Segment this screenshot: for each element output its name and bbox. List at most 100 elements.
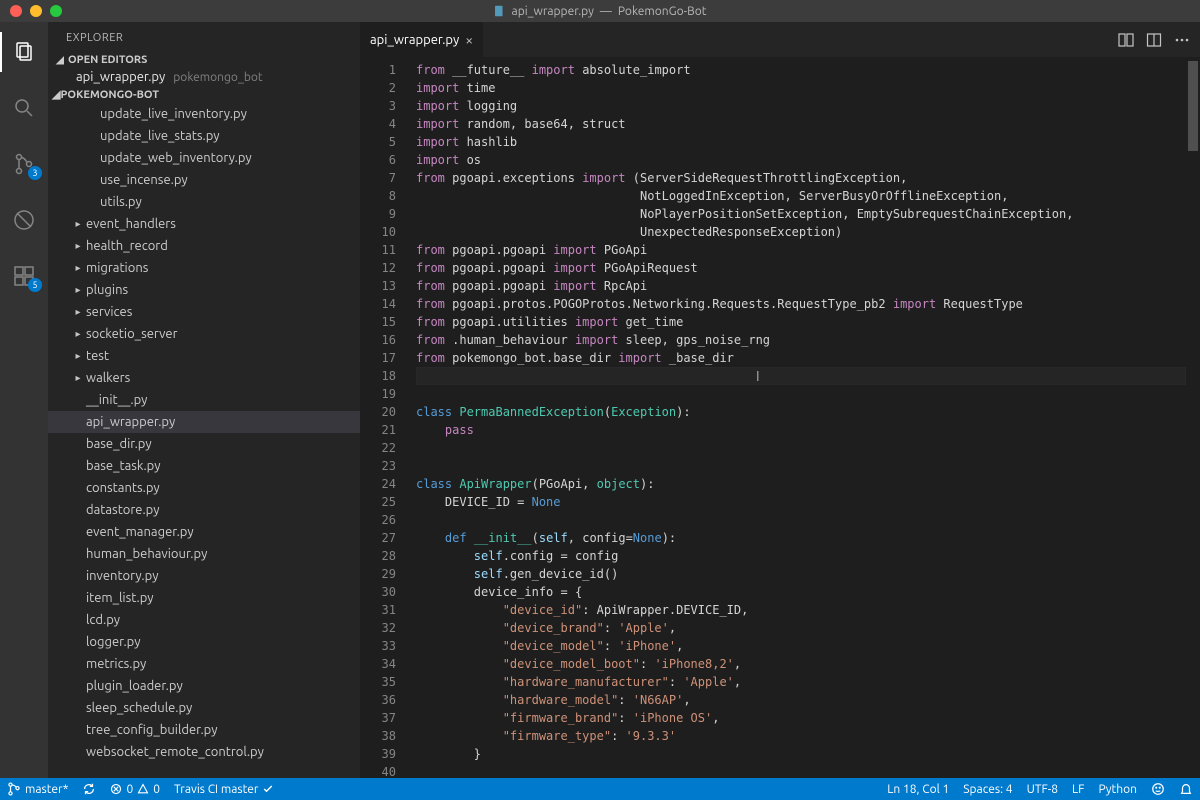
tree-folder[interactable]: ▸services	[48, 301, 360, 323]
tree-item-label: tree_config_builder.py	[86, 723, 218, 737]
tree-folder[interactable]: ▸walkers	[48, 367, 360, 389]
close-icon[interactable]: ×	[465, 32, 473, 48]
tree-file[interactable]: websocket_remote_control.py	[48, 741, 360, 763]
status-cursor[interactable]: Ln 18, Col 1	[880, 778, 956, 800]
open-editor-filename: api_wrapper.py	[76, 70, 165, 84]
tree-item-label: migrations	[86, 261, 148, 275]
tree-item-label: health_record	[86, 239, 168, 253]
sidebar: EXPLORER ◢ OPEN EDITORS api_wrapper.py p…	[48, 22, 360, 778]
status-travis[interactable]: Travis CI master	[167, 778, 281, 800]
tree-file[interactable]: inventory.py	[48, 565, 360, 587]
scrollbar-thumb[interactable]	[1188, 61, 1198, 151]
tree-item-label: use_incense.py	[100, 173, 188, 187]
tree-file[interactable]: base_dir.py	[48, 433, 360, 455]
status-branch[interactable]: master*	[0, 778, 75, 800]
tree-file[interactable]: logger.py	[48, 631, 360, 653]
maximize-window-button[interactable]	[50, 5, 62, 17]
tab-api-wrapper[interactable]: api_wrapper.py ×	[360, 22, 484, 57]
tree-folder[interactable]: ▸health_record	[48, 235, 360, 257]
tree-folder[interactable]: ▸migrations	[48, 257, 360, 279]
code-content[interactable]: from __future__ import absolute_importim…	[416, 57, 1186, 778]
tree-item-label: human_behaviour.py	[86, 547, 207, 561]
tree-file[interactable]: __init__.py	[48, 389, 360, 411]
tree-file[interactable]: use_incense.py	[48, 169, 360, 191]
tree-file[interactable]: item_list.py	[48, 587, 360, 609]
tree-item-label: update_web_inventory.py	[100, 151, 252, 165]
tree-file[interactable]: event_manager.py	[48, 521, 360, 543]
tree-file[interactable]: update_live_inventory.py	[48, 103, 360, 125]
tree-item-label: sleep_schedule.py	[86, 701, 192, 715]
explorer-activity[interactable]	[0, 32, 48, 72]
extensions-activity[interactable]: 5	[0, 256, 48, 296]
chevron-right-icon: ▸	[70, 372, 86, 384]
chevron-right-icon: ▸	[70, 218, 86, 230]
status-indent[interactable]: Spaces: 4	[956, 778, 1019, 800]
tree-item-label: event_manager.py	[86, 525, 194, 539]
tree-item-label: plugin_loader.py	[86, 679, 183, 693]
editor-body[interactable]: 1234567891011121314151617181920212223242…	[360, 57, 1200, 778]
search-activity[interactable]	[0, 88, 48, 128]
tree-file[interactable]: update_live_stats.py	[48, 125, 360, 147]
tree-item-label: websocket_remote_control.py	[86, 745, 264, 759]
extensions-badge: 5	[28, 278, 42, 292]
editor-area: api_wrapper.py × 12345678910111213141516…	[360, 22, 1200, 778]
workspace-folder-header[interactable]: ◢ POKEMONGO-BOT	[48, 86, 360, 103]
file-tree[interactable]: update_live_inventory.pyupdate_live_stat…	[48, 103, 360, 778]
tree-file[interactable]: human_behaviour.py	[48, 543, 360, 565]
close-window-button[interactable]	[10, 5, 22, 17]
open-editor-item[interactable]: api_wrapper.py pokemongo_bot	[48, 68, 360, 86]
tree-file[interactable]: plugin_loader.py	[48, 675, 360, 697]
status-notifications[interactable]	[1172, 778, 1200, 800]
chevron-right-icon: ▸	[70, 328, 86, 340]
open-editor-path: pokemongo_bot	[173, 71, 262, 84]
status-lang[interactable]: Python	[1091, 778, 1144, 800]
tree-item-label: inventory.py	[86, 569, 158, 583]
chevron-right-icon: ▸	[70, 284, 86, 296]
tree-item-label: metrics.py	[86, 657, 146, 671]
activity-bar: 3 5	[0, 22, 48, 778]
tree-file[interactable]: api_wrapper.py	[48, 411, 360, 433]
tree-item-label: api_wrapper.py	[86, 415, 175, 429]
open-editors-header[interactable]: ◢ OPEN EDITORS	[48, 52, 360, 68]
title-project: PokemonGo-Bot	[618, 5, 707, 18]
tab-label: api_wrapper.py	[370, 33, 459, 47]
tree-file[interactable]: metrics.py	[48, 653, 360, 675]
tree-file[interactable]: tree_config_builder.py	[48, 719, 360, 741]
tree-file[interactable]: datastore.py	[48, 499, 360, 521]
tree-file[interactable]: base_task.py	[48, 455, 360, 477]
tree-item-label: __init__.py	[86, 393, 147, 407]
minimize-window-button[interactable]	[30, 5, 42, 17]
tree-item-label: lcd.py	[86, 613, 120, 627]
debug-activity[interactable]	[0, 200, 48, 240]
chevron-right-icon: ▸	[70, 306, 86, 318]
status-sync[interactable]	[75, 778, 103, 800]
status-problems[interactable]: 0 0	[103, 778, 167, 800]
split-compare-icon[interactable]	[1118, 32, 1134, 48]
tree-folder[interactable]: ▸test	[48, 345, 360, 367]
status-feedback[interactable]	[1144, 778, 1172, 800]
statusbar: master* 0 0 Travis CI master Ln 18, Col …	[0, 778, 1200, 800]
tree-item-label: services	[86, 305, 132, 319]
tree-folder[interactable]: ▸socketio_server	[48, 323, 360, 345]
tree-file[interactable]: constants.py	[48, 477, 360, 499]
tree-item-label: test	[86, 349, 109, 363]
tree-item-label: utils.py	[100, 195, 142, 209]
tree-file[interactable]: update_web_inventory.py	[48, 147, 360, 169]
tree-folder[interactable]: ▸plugins	[48, 279, 360, 301]
text-cursor: I	[756, 368, 757, 384]
vertical-scrollbar[interactable]	[1186, 57, 1200, 778]
more-icon[interactable]	[1174, 32, 1190, 48]
tree-file[interactable]: lcd.py	[48, 609, 360, 631]
tree-item-label: plugins	[86, 283, 128, 297]
scm-activity[interactable]: 3	[0, 144, 48, 184]
status-eol[interactable]: LF	[1065, 778, 1091, 800]
tree-item-label: item_list.py	[86, 591, 154, 605]
tree-file[interactable]: utils.py	[48, 191, 360, 213]
tree-file[interactable]: sleep_schedule.py	[48, 697, 360, 719]
split-editor-icon[interactable]	[1146, 32, 1162, 48]
scm-badge: 3	[28, 166, 42, 180]
tree-folder[interactable]: ▸event_handlers	[48, 213, 360, 235]
status-encoding[interactable]: UTF-8	[1020, 778, 1065, 800]
title-filename: api_wrapper.py	[512, 5, 594, 18]
window-controls	[0, 5, 62, 17]
